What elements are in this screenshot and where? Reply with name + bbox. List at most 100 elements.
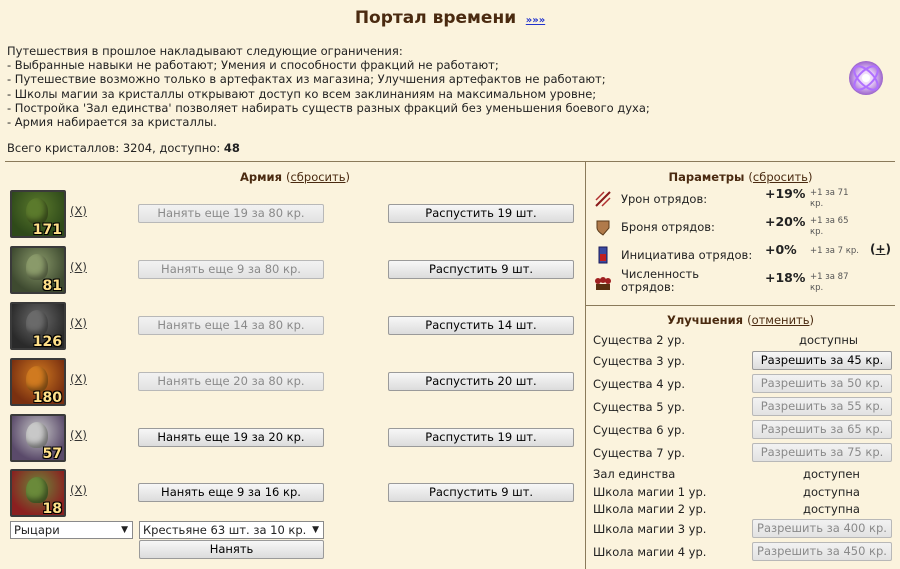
hire-more-button[interactable]: Нанять еще 14 за 80 кр. — [138, 316, 324, 335]
upgrade-row: Существа 4 ур. Разрешить за 50 кр. — [593, 374, 893, 393]
param-row: Броня отрядов: +20% +1 за 65 кр. — [593, 214, 893, 240]
remove-unit-label: X — [74, 428, 83, 442]
army-title: Армия (сбросить) — [239, 170, 351, 184]
upgrade-row: Существа 2 ур. доступны — [593, 331, 893, 349]
dismiss-button[interactable]: Распустить 9 шт. — [388, 260, 574, 279]
dismiss-button[interactable]: Распустить 14 шт. — [388, 316, 574, 335]
unit-portrait: 126 — [10, 302, 66, 350]
dismiss-button[interactable]: Распустить 20 шт. — [388, 372, 574, 391]
param-value: +18% — [765, 270, 806, 285]
hire-more-button[interactable]: Нанять еще 9 за 80 кр. — [138, 260, 324, 279]
upgrade-row: Зал единства доступен — [593, 465, 893, 483]
portal-icon — [849, 61, 883, 95]
remove-unit-link[interactable]: (X) — [70, 260, 87, 274]
remove-unit-link[interactable]: (X) — [70, 316, 87, 330]
intro-line: - Армия набирается за кристаллы. — [7, 115, 217, 130]
upgrade-status: доступна — [803, 485, 860, 499]
unit-portrait: 180 — [10, 358, 66, 406]
allow-upgrade-button[interactable]: Разрешить за 400 кр. — [752, 519, 892, 538]
unit-figure — [26, 422, 48, 448]
remove-unit-link[interactable]: (X) — [70, 428, 87, 442]
allow-upgrade-button[interactable]: Разрешить за 65 кр. — [752, 420, 892, 439]
unit-count: 126 — [32, 334, 62, 350]
army-unit-row: 18 (X) Нанять еще 9 за 16 кр. Распустить 9 … — [10, 469, 580, 517]
allow-upgrade-button[interactable]: Разрешить за 45 кр. — [752, 351, 892, 370]
upgrade-row: Школа магии 1 ур. доступна — [593, 483, 893, 501]
faction-select[interactable]: Рыцари ▼ — [10, 521, 133, 539]
remove-unit-link[interactable]: (X) — [70, 483, 87, 497]
unit-portrait: 18 — [10, 469, 66, 517]
unit-count: 171 — [32, 222, 62, 238]
dismiss-button[interactable]: Распустить 9 шт. — [388, 483, 574, 502]
upgrade-label: Существа 5 ур. — [593, 400, 685, 414]
intro-line: - Школы магии за кристаллы открывают дос… — [7, 86, 597, 101]
unit-count: 180 — [32, 390, 62, 406]
remove-unit-label: X — [74, 483, 83, 497]
hire-more-button[interactable]: Нанять еще 19 за 80 кр. — [138, 204, 324, 223]
param-note: +1 за 87 кр. — [810, 272, 849, 293]
param-row: Численность отрядов: +18% +1 за 87 кр. — [593, 268, 893, 296]
upgrade-label: Школа магии 1 ур. — [593, 485, 707, 499]
numbers-icon — [593, 273, 613, 293]
hire-button[interactable]: Нанять — [139, 540, 324, 559]
unit-portrait: 57 — [10, 414, 66, 462]
param-increase-link[interactable]: (+) — [870, 242, 891, 256]
remove-unit-link[interactable]: (X) — [70, 372, 87, 386]
allow-upgrade-button[interactable]: Разрешить за 450 кр. — [752, 542, 892, 561]
crystals-info: Всего кристаллов: 3204, доступно: 48 — [7, 141, 240, 155]
remove-unit-label: X — [74, 316, 83, 330]
upgrade-label: Школа магии 3 ур. — [593, 522, 707, 536]
hire-more-button[interactable]: Нанять еще 19 за 20 кр. — [138, 428, 324, 447]
upgrades-title: Улучшения (отменить) — [666, 313, 815, 327]
param-value: +20% — [765, 214, 806, 229]
unit-figure — [26, 366, 48, 392]
allow-upgrade-button[interactable]: Разрешить за 75 кр. — [752, 443, 892, 462]
chevron-down-icon: ▼ — [312, 525, 319, 535]
allow-upgrade-button[interactable]: Разрешить за 55 кр. — [752, 397, 892, 416]
unit-count: 81 — [42, 278, 62, 294]
page-title: Портал времени — [354, 8, 517, 28]
army-unit-row: 180 (X) Нанять еще 20 за 80 кр. Распустить … — [10, 358, 580, 406]
upgrade-label: Школа магии 4 ур. — [593, 545, 707, 559]
unit-count: 57 — [42, 446, 62, 462]
hire-more-button[interactable]: Нанять еще 20 за 80 кр. — [138, 372, 324, 391]
unit-select[interactable]: Крестьяне 63 шт. за 10 кр. ▼ — [139, 521, 324, 539]
remove-unit-link[interactable]: (X) — [70, 204, 87, 218]
dismiss-button[interactable]: Распустить 19 шт. — [388, 204, 574, 223]
unit-count: 18 — [42, 501, 62, 517]
panel-top-border — [5, 161, 895, 162]
crystals-available: 48 — [223, 141, 240, 155]
upgrade-status: доступны — [799, 333, 858, 347]
param-note: +1 за 65 кр. — [810, 216, 849, 237]
upgrade-row: Существа 6 ур. Разрешить за 65 кр. — [593, 420, 893, 439]
army-unit-row: 126 (X) Нанять еще 14 за 80 кр. Распустить … — [10, 302, 580, 350]
param-row: Урон отрядов: +19% +1 за 71 кр. — [593, 186, 893, 212]
upgrade-label: Существа 7 ур. — [593, 446, 685, 460]
chevron-down-icon: ▼ — [121, 525, 128, 535]
intro-line: - Путешествие возможно только в артефакт… — [7, 72, 606, 87]
params-reset-link[interactable]: сбросить — [753, 170, 808, 184]
dismiss-button[interactable]: Распустить 19 шт. — [388, 428, 574, 447]
initiative-icon — [593, 245, 613, 265]
intro-line: Путешествия в прошлое накладывают следую… — [7, 44, 403, 58]
upgrade-row: Школа магии 4 ур. Разрешить за 450 кр. — [593, 542, 893, 561]
upgrade-label: Существа 6 ур. — [593, 423, 685, 437]
param-value: +0% — [765, 242, 797, 257]
header: Портал времени »»» — [0, 8, 900, 28]
unit-portrait: 171 — [10, 190, 66, 238]
hire-more-button[interactable]: Нанять еще 9 за 16 кр. — [138, 483, 324, 502]
params-title: Параметры (сбросить) — [668, 170, 813, 184]
unit-figure — [26, 310, 48, 336]
upgrade-status: доступен — [803, 467, 860, 481]
upgrade-label: Существа 2 ур. — [593, 333, 685, 347]
upgrade-label: Существа 4 ур. — [593, 377, 685, 391]
plus-label: + — [875, 242, 886, 256]
remove-unit-label: X — [74, 204, 83, 218]
upgrades-cancel-link[interactable]: отменить — [752, 313, 810, 327]
army-unit-row: 81 (X) Нанять еще 9 за 80 кр. Распустить 9 … — [10, 246, 580, 294]
army-reset-link[interactable]: сбросить — [290, 170, 345, 184]
title-link[interactable]: »»» — [526, 15, 545, 26]
allow-upgrade-button[interactable]: Разрешить за 50 кр. — [752, 374, 892, 393]
intro-text: Путешествия в прошлое накладывают следую… — [7, 44, 807, 129]
unit-portrait: 81 — [10, 246, 66, 294]
